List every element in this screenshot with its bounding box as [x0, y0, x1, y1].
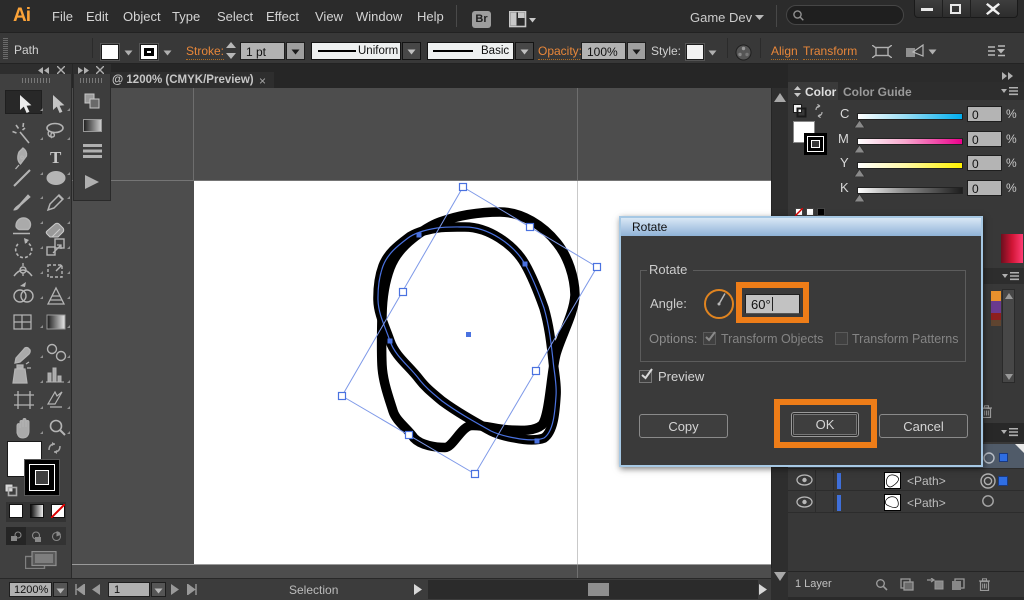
svg-text:T: T	[50, 148, 62, 167]
